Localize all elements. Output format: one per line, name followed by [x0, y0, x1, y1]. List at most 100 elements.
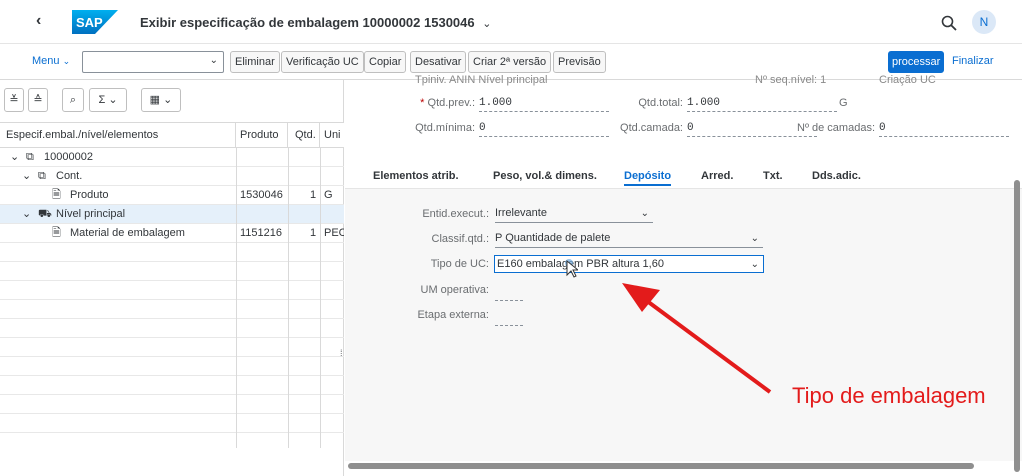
- qtd-prev-label: * Qtd.prev.:: [420, 97, 475, 109]
- tab-txt[interactable]: Txt.: [763, 170, 783, 182]
- num-camadas-label: Nº de camadas:: [797, 122, 875, 134]
- chevron-down-icon: ⌄: [108, 94, 118, 106]
- chevron-down-icon: ⌄: [750, 259, 759, 270]
- tree-pane: ≚ ≙ ⌕ Σ ⌄ ▦ ⌄ Especif.embal./nível/eleme…: [0, 80, 344, 476]
- package-icon: ⧉: [38, 170, 46, 182]
- column-separator: [288, 148, 289, 448]
- qtd-prev-field[interactable]: 1.000: [479, 96, 609, 112]
- criar-2a-versao-button[interactable]: Criar 2ª versão: [468, 51, 552, 73]
- copiar-button[interactable]: Copiar: [364, 51, 407, 73]
- tree-row-label: Cont.: [56, 170, 83, 182]
- search-icon: ⌕: [69, 94, 77, 106]
- document-icon: 🗎: [52, 227, 61, 239]
- layout-button[interactable]: ▦ ⌄: [141, 88, 181, 112]
- tree-header: Especif.embal./nível/elementos Produto Q…: [0, 122, 344, 148]
- sum-icon: Σ: [98, 94, 106, 106]
- deposito-panel: Entid.execut.: Irrelevante ⌄ Classif.qtd…: [345, 189, 1022, 461]
- expand-all-icon: ≚: [9, 94, 19, 106]
- menu-select[interactable]: ⌄: [82, 51, 224, 73]
- collapse-all-button[interactable]: ≙: [28, 88, 48, 112]
- processar-button[interactable]: processar: [888, 51, 945, 73]
- tree-row-label: Nível principal: [56, 208, 126, 220]
- tree-row-empty: [0, 300, 344, 319]
- tree-row-empty: [0, 395, 344, 414]
- sum-button[interactable]: Σ ⌄: [89, 88, 127, 112]
- package-icon: ⧉: [26, 151, 34, 163]
- tab-deposito[interactable]: Depósito: [624, 170, 672, 186]
- app-title-text: Exibir especificação de embalagem 100000…: [140, 15, 475, 30]
- cutoff-row-right: Criação UC: [879, 74, 936, 86]
- classif-value: P Quantidade de palete: [495, 232, 611, 244]
- tree-row[interactable]: 🗎 Material de embalagem 1151216 1 PEC: [0, 224, 344, 243]
- tree-row-empty: [0, 262, 344, 281]
- eliminar-button[interactable]: Eliminar: [230, 51, 280, 73]
- tree-row-label: Produto: [70, 189, 109, 201]
- tab-dds-adic[interactable]: Dds.adic.: [812, 170, 861, 182]
- tree-row[interactable]: ⌄ ⧉ Cont.: [0, 167, 344, 186]
- back-icon: ‹: [36, 12, 42, 29]
- tab-strip: Elementos atrib. Peso, vol.& dimens. Dep…: [345, 170, 1022, 190]
- vertical-scrollbar[interactable]: [1014, 180, 1020, 472]
- search-icon[interactable]: [940, 14, 958, 32]
- qtd-total-field[interactable]: 1.000: [687, 96, 837, 112]
- column-header-uni[interactable]: Uni: [320, 123, 344, 148]
- tipo-uc-select[interactable]: E160 embalagem PBR altura 1,60 ⌄: [494, 255, 764, 273]
- classif-label: Classif.qtd.:: [431, 233, 489, 245]
- horizontal-scrollbar[interactable]: [348, 463, 974, 469]
- tree-row-empty: [0, 243, 344, 262]
- entid-value: Irrelevante: [495, 207, 547, 219]
- desativar-button[interactable]: Desativar: [410, 51, 467, 73]
- tree-row[interactable]: 🗎 Produto 1530046 1 G: [0, 186, 344, 205]
- column-header-produto[interactable]: Produto: [236, 123, 288, 148]
- chevron-down-icon[interactable]: ⌄: [10, 148, 19, 167]
- avatar[interactable]: N: [972, 10, 996, 34]
- verificacao-uc-button[interactable]: Verificação UC: [281, 51, 364, 73]
- classif-select[interactable]: P Quantidade de palete ⌄: [495, 230, 763, 248]
- shell-header: ‹ SAP Exibir especificação de embalagem …: [0, 0, 1022, 44]
- chevron-down-icon: ⌄: [62, 56, 71, 66]
- expand-all-button[interactable]: ≚: [4, 88, 24, 112]
- tree-row-uni: PEC: [324, 227, 344, 239]
- menu-label: Menu: [32, 55, 60, 67]
- tree-row-empty: [0, 319, 344, 338]
- menu-button[interactable]: Menu ⌄: [32, 55, 70, 67]
- etapa-externa-field[interactable]: [495, 310, 523, 326]
- chevron-down-icon: ⌄: [163, 94, 173, 106]
- app-title[interactable]: Exibir especificação de embalagem 100000…: [140, 15, 491, 30]
- tree-row-empty: [0, 414, 344, 433]
- tab-arred[interactable]: Arred.: [701, 170, 733, 182]
- num-camadas-field[interactable]: 0: [879, 121, 1009, 137]
- qtd-minima-field[interactable]: 0: [479, 121, 609, 137]
- qtd-camada-label: Qtd.camada:: [620, 122, 683, 134]
- entid-select[interactable]: Irrelevante ⌄: [495, 205, 653, 223]
- cutoff-row-left: Tpiniv. ANIN Nível principal: [415, 74, 548, 86]
- tree-row-uni: G: [324, 189, 333, 201]
- mouse-cursor-icon: [565, 259, 578, 278]
- tipo-uc-value: E160 embalagem PBR altura 1,60: [497, 258, 664, 270]
- back-button[interactable]: ‹: [36, 12, 56, 32]
- tipo-uc-label: Tipo de UC:: [430, 258, 489, 270]
- qtd-minima-label: Qtd.mínima:: [415, 122, 475, 134]
- detail-pane: Tpiniv. ANIN Nível principal Nº seq.níve…: [345, 74, 1022, 476]
- chevron-down-icon: ⌄: [209, 55, 218, 66]
- find-button[interactable]: ⌕: [62, 88, 84, 112]
- column-header-qtd[interactable]: Qtd.: [288, 123, 320, 148]
- tree-row[interactable]: ⌄ ⧉ 10000002: [0, 148, 344, 167]
- chevron-down-icon[interactable]: ⌄: [22, 167, 31, 186]
- tab-elementos-atrib[interactable]: Elementos atrib.: [373, 170, 459, 182]
- um-operativa-label: UM operativa:: [420, 284, 489, 296]
- tree-row-empty: [0, 357, 344, 376]
- chevron-down-icon: ⌄: [482, 18, 492, 30]
- annotation-label: Tipo de embalagem: [792, 383, 986, 408]
- tree-row-empty: [0, 338, 344, 357]
- um-operativa-field[interactable]: [495, 285, 523, 301]
- tree-row-label: 10000002: [44, 151, 93, 163]
- chevron-down-icon[interactable]: ⌄: [22, 205, 31, 224]
- chevron-down-icon: ⌄: [640, 208, 649, 219]
- finalizar-button[interactable]: Finalizar: [952, 55, 994, 67]
- previsao-button[interactable]: Previsão: [553, 51, 606, 73]
- splitter-handle[interactable]: ⁞: [340, 348, 343, 358]
- tree-row-selected[interactable]: ⌄ ⛟ Nível principal: [0, 205, 344, 224]
- tab-peso-vol-dimens[interactable]: Peso, vol.& dimens.: [493, 170, 597, 182]
- column-header-elementos[interactable]: Especif.embal./nível/elementos: [0, 123, 236, 148]
